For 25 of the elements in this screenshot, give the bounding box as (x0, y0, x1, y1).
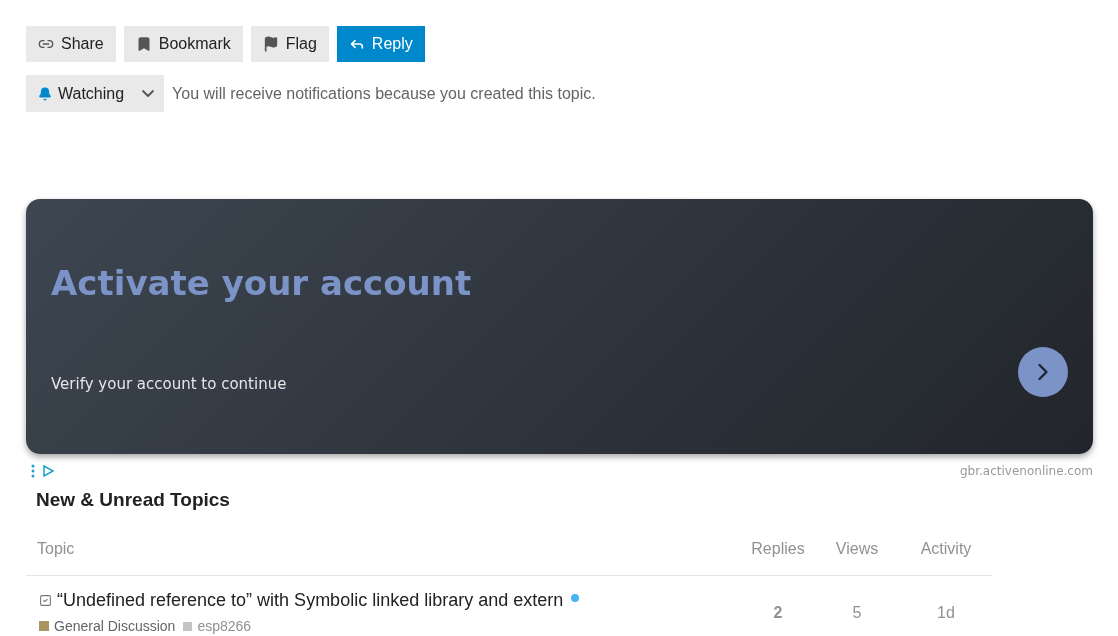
tag-link[interactable]: esp8266 (183, 615, 252, 636)
section-heading: New & Unread Topics (36, 488, 230, 512)
category-link[interactable]: General Discussion (39, 615, 176, 636)
column-header: Topic (36, 538, 75, 559)
notification-reason: You will receive notifications because you created this topic. (172, 83, 596, 104)
notification-dropdown[interactable]: Watching (26, 75, 165, 112)
topic-link[interactable]: “Undefined reference to” with Symbolic linked library and extern (57, 586, 564, 614)
ad-choices-icon (31, 464, 55, 478)
column-header[interactable]: Views (835, 536, 879, 561)
flag-icon (262, 36, 279, 52)
ad-title: Activate your account (51, 261, 472, 305)
activity-time[interactable]: 1d (937, 600, 955, 625)
action-button[interactable]: Reply (336, 26, 425, 62)
bell-icon (38, 86, 52, 101)
column-header[interactable]: Activity (920, 536, 972, 561)
action-button[interactable]: Flag (250, 26, 329, 62)
ad-subtitle: Verify your account to continue (51, 373, 288, 395)
chevron-down-icon (142, 90, 155, 97)
next-button[interactable] (1018, 346, 1068, 397)
ad-banner[interactable]: Activate your account Verify your account to continue (26, 199, 1093, 454)
action-button[interactable]: Share (26, 26, 116, 62)
views-count: 5 (852, 602, 862, 623)
action-button[interactable]: Bookmark (123, 26, 243, 62)
ad-domain: gbr.activenonline.com (960, 463, 1093, 480)
replies-count: 2 (773, 602, 783, 623)
